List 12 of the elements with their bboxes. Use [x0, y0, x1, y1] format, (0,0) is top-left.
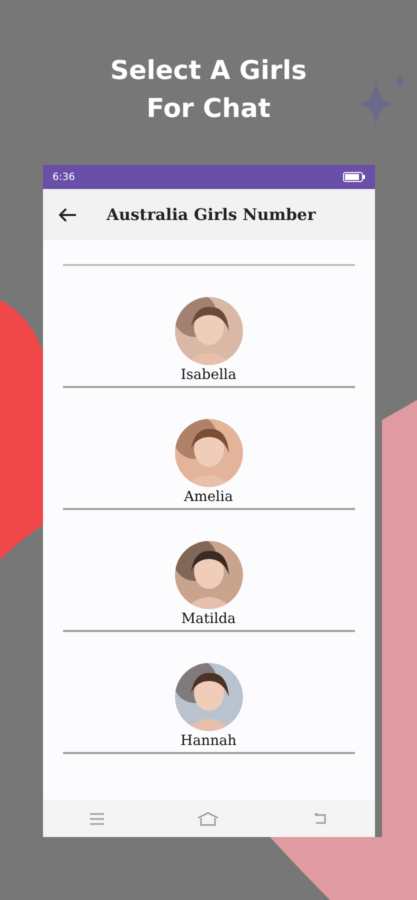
contact-item[interactable]: Amelia: [62, 388, 354, 510]
status-time: 6:36: [52, 172, 75, 182]
screen-title: Australia Girls Number: [106, 205, 316, 224]
back-button[interactable]: [58, 208, 76, 222]
home-icon[interactable]: [197, 812, 220, 826]
contact-item[interactable]: Matilda: [62, 510, 354, 632]
back-icon[interactable]: [312, 812, 328, 824]
battery-icon: [342, 172, 364, 182]
contact-item[interactable]: Isabella: [62, 266, 354, 388]
headline: Select A Girls For Chat: [110, 55, 307, 126]
menu-icon[interactable]: [88, 812, 105, 824]
contact-item[interactable]: Hannah: [62, 632, 354, 754]
